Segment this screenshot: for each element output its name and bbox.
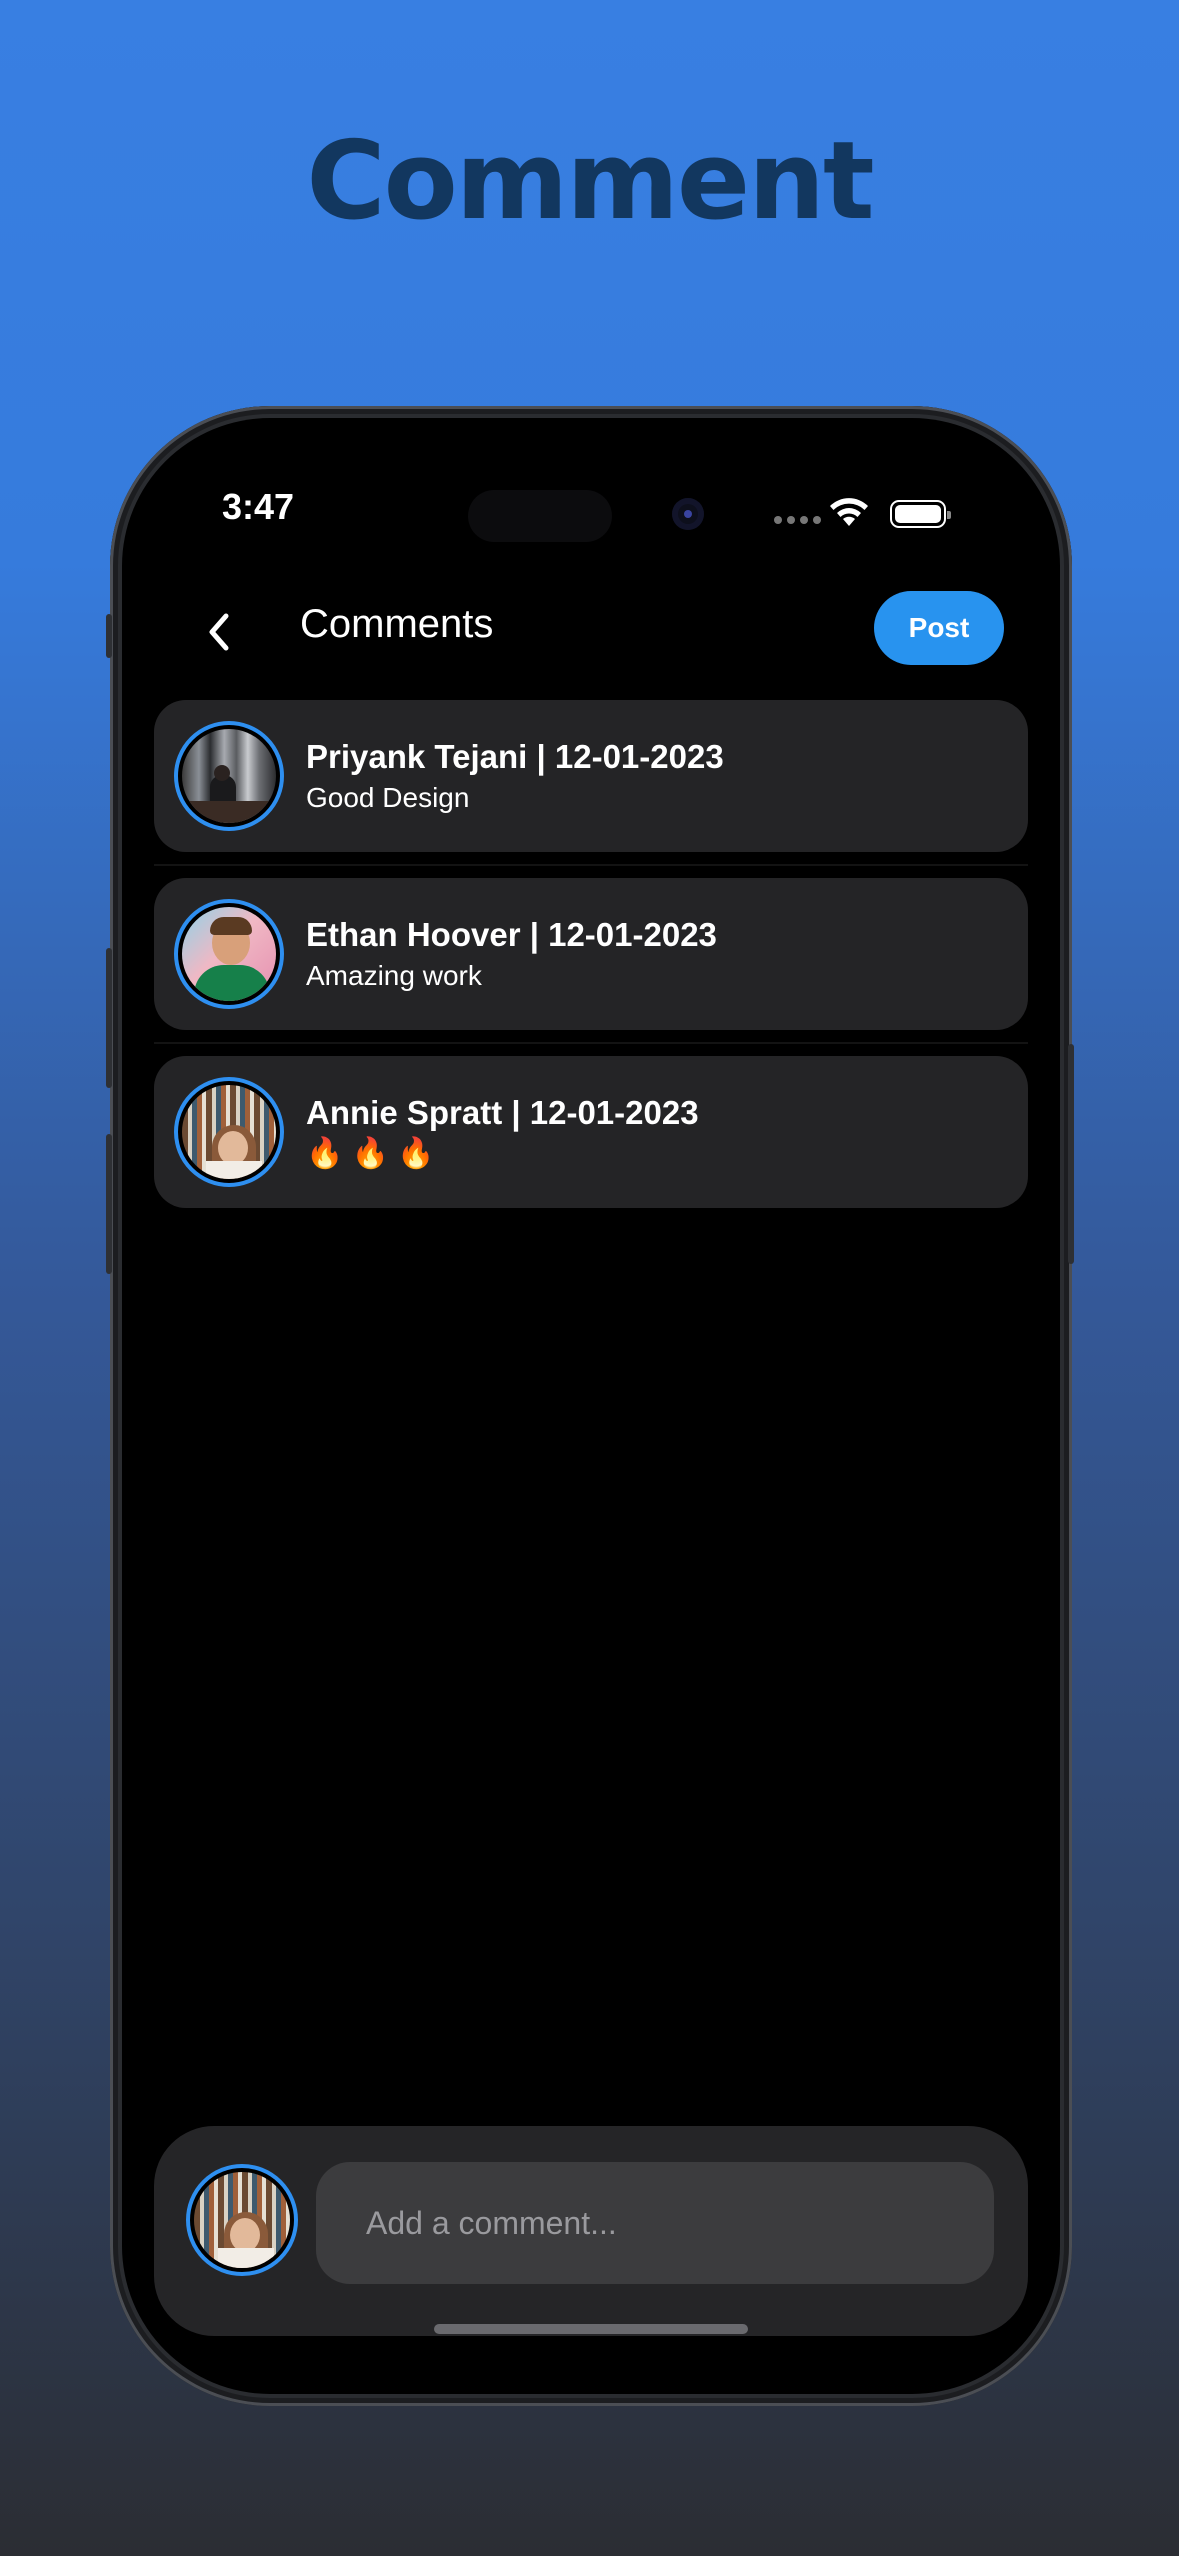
page-heading: Comment [306, 119, 874, 244]
mute-switch [106, 614, 112, 654]
signal-icon [774, 516, 821, 524]
chevron-left-icon [209, 613, 229, 651]
post-button[interactable]: Post [874, 591, 1004, 665]
wifi-icon [830, 498, 868, 526]
comment-header: Annie Spratt | 12-01-2023 [306, 1094, 699, 1131]
divider [154, 1042, 1028, 1044]
comment-item[interactable]: Ethan Hoover | 12-01-2023 Amazing work [154, 878, 1028, 1044]
volume-down-button [106, 1134, 112, 1274]
status-time: 3:47 [222, 486, 295, 527]
avatar[interactable] [174, 1077, 284, 1187]
current-user-avatar[interactable] [186, 2164, 298, 2276]
comment-input[interactable] [316, 2162, 994, 2284]
comment-item[interactable]: Annie Spratt | 12-01-2023 🔥 🔥 🔥 [154, 1056, 1028, 1208]
comment-composer [154, 2126, 1028, 2336]
dynamic-island [468, 490, 612, 542]
camera-icon [672, 498, 704, 530]
volume-up-button [106, 948, 112, 1088]
avatar[interactable] [174, 899, 284, 1009]
power-button [1068, 1044, 1074, 1264]
comment-list: Priyank Tejani | 12-01-2023 Good Design … [154, 700, 1028, 1234]
comment-text: 🔥 🔥 🔥 [306, 1137, 435, 1170]
home-indicator[interactable] [434, 2324, 748, 2334]
comment-header: Ethan Hoover | 12-01-2023 [306, 916, 717, 953]
nav-title: Comments [300, 602, 494, 646]
back-button[interactable] [182, 592, 262, 672]
comment-item[interactable]: Priyank Tejani | 12-01-2023 Good Design [154, 700, 1028, 866]
phone-screen: 3:47 Comments Post Priyank Tejani | 12-0… [122, 418, 1060, 2394]
comment-text: Amazing work [306, 960, 482, 991]
battery-icon [890, 500, 951, 528]
comment-text: Good Design [306, 782, 470, 813]
comment-header: Priyank Tejani | 12-01-2023 [306, 738, 724, 775]
divider [154, 864, 1028, 866]
avatar[interactable] [174, 721, 284, 831]
